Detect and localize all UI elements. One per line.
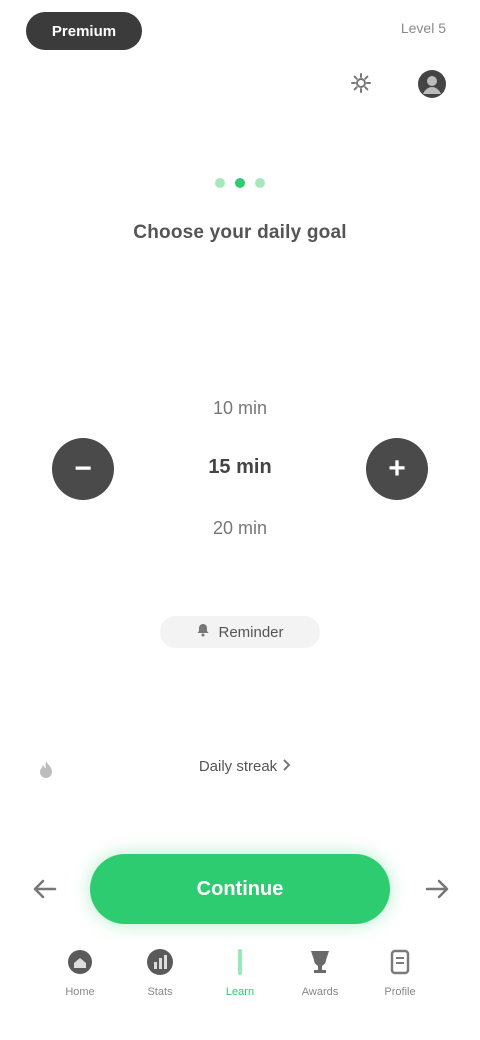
level-status-text: Level 5 — [400, 20, 446, 36]
picker-option-selected[interactable]: 15 min — [140, 456, 340, 479]
nav-item-awards[interactable]: Awards — [290, 944, 350, 998]
stats-icon — [142, 944, 178, 980]
step-indicator — [0, 178, 480, 188]
reminder-chip-label: Reminder — [218, 623, 284, 641]
learn-icon — [222, 944, 258, 980]
step-dot-active — [235, 178, 245, 188]
reminder-chip[interactable]: Reminder — [160, 616, 320, 648]
forward-arrow-icon[interactable] — [420, 872, 454, 906]
nav-label: Awards — [301, 986, 339, 998]
continue-button[interactable]: Continue — [90, 854, 390, 924]
nav-item-learn[interactable]: Learn — [210, 944, 270, 998]
app-screen: Premium Level 5 Choose your daily goal −… — [0, 0, 480, 1040]
nav-item-home[interactable]: Home — [50, 944, 110, 998]
nav-item-profile[interactable]: Profile — [370, 944, 430, 998]
nav-label: Stats — [147, 986, 173, 998]
profile-icon — [382, 944, 418, 980]
back-arrow-icon[interactable] — [28, 872, 62, 906]
streak-info[interactable]: Daily streak — [170, 758, 320, 775]
picker-option[interactable]: 10 min — [140, 398, 340, 419]
picker-option[interactable]: 20 min — [140, 518, 340, 539]
streak-label: Daily streak — [198, 758, 278, 775]
bottom-navigation: Home Stats Learn Awards Profile — [0, 944, 480, 1024]
settings-icon[interactable] — [346, 68, 376, 98]
nav-label: Home — [65, 986, 95, 998]
home-icon — [62, 944, 98, 980]
increment-button[interactable]: + — [366, 438, 428, 500]
nav-label: Profile — [384, 986, 416, 998]
step-dot — [255, 178, 265, 188]
page-title: Choose your daily goal — [133, 222, 347, 243]
avatar-icon[interactable] — [414, 66, 450, 102]
flame-icon — [28, 756, 64, 784]
award-icon — [302, 944, 338, 980]
bell-icon — [196, 623, 210, 641]
step-dot — [215, 178, 225, 188]
chevron-right-icon — [283, 758, 291, 775]
premium-badge[interactable]: Premium — [26, 12, 142, 50]
decrement-button[interactable]: − — [52, 438, 114, 500]
nav-label: Learn — [225, 986, 255, 998]
nav-item-stats[interactable]: Stats — [130, 944, 190, 998]
